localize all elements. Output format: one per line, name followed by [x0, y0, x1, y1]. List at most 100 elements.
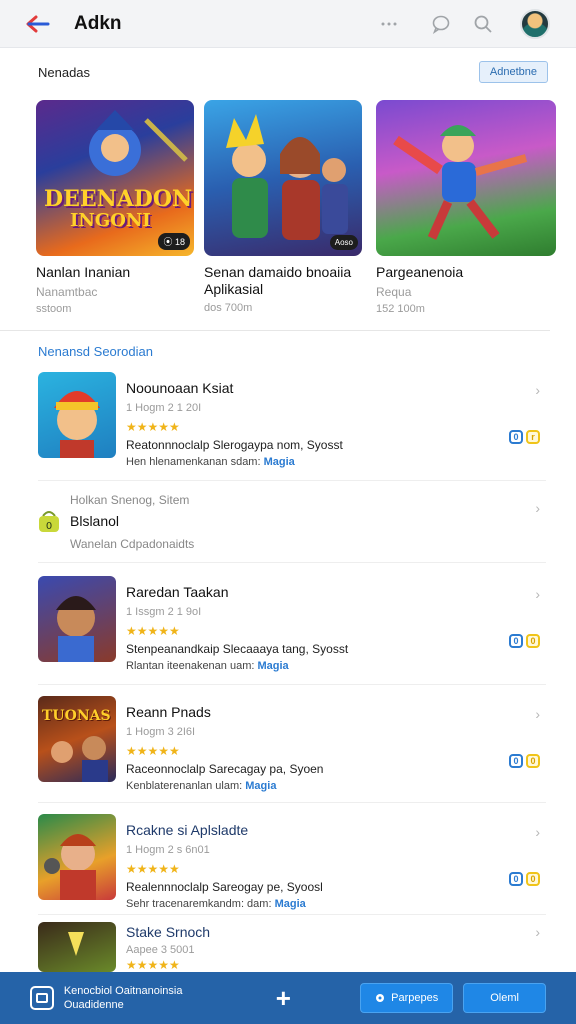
list-item[interactable]: Rcakne si Aplsladte 1 Hogm 2 s 6n01 ★★★★…: [38, 814, 546, 914]
item-name: Rcakne si Aplsladte: [126, 822, 249, 838]
featured-card[interactable]: DEENADON INGONI ⦿ 18 Nanlan Inanian Nana…: [36, 100, 194, 315]
secondary-action-button[interactable]: Oleml: [463, 983, 546, 1013]
chevron-right-icon[interactable]: ›: [535, 706, 540, 722]
list-item[interactable]: Noounoaan Ksiat 1 Hogm 2 1 20I ★★★★★ Rea…: [38, 372, 546, 472]
item-tags: Sehr tracenaremkandm: dam: Magia: [126, 898, 306, 910]
tag-link[interactable]: Magia: [245, 780, 276, 792]
item-tags: Rlantan iteenakenan uam: Magia: [126, 660, 289, 672]
game-artwork: Aoso: [204, 100, 362, 256]
game-artwork: DEENADON INGONI ⦿ 18: [36, 100, 194, 256]
item-meta: 1 Hogm 3 2I6I: [126, 726, 196, 738]
badge-group: 0 r: [509, 430, 540, 444]
item-description: Stenpeanandkaip Slecaaaya tang, Syosst: [126, 642, 349, 656]
item-name: Stake Srnoch: [126, 924, 211, 940]
rating-stars: ★★★★★: [126, 744, 180, 758]
platform-badge: 0: [509, 754, 523, 768]
app-title: Adkn: [74, 12, 122, 34]
item-name: Reann Pnads: [126, 704, 211, 720]
featured-card[interactable]: Aoso Senan damaido bnoaiia Aplikasial do…: [204, 100, 362, 314]
list-item[interactable]: TUONAS Reann Pnads 1 Hogm 3 2I6I ★★★★★ R…: [38, 696, 546, 796]
list-item[interactable]: Raredan Taakan 1 Issgm 2 1 9oI ★★★★★ Ste…: [38, 576, 546, 676]
primary-action-button[interactable]: Parpepes: [360, 983, 454, 1013]
item-tags: Hen hlenamenkanan sdam: Magia: [126, 456, 295, 468]
card-subtitle: Nanamtbac: [36, 285, 98, 299]
game-artwork: [376, 100, 556, 256]
card-meta: dos 700m: [204, 302, 253, 314]
card-subtitle: Requa: [376, 285, 412, 299]
platform-badge: 0: [526, 754, 540, 768]
top-bar: Adkn: [0, 0, 576, 48]
featured-title: Nenadas: [38, 64, 91, 80]
chevron-right-icon[interactable]: ›: [535, 924, 540, 940]
badge-group: 0 0: [509, 872, 540, 886]
item-meta: 1 Hogm 2 s 6n01: [126, 844, 210, 856]
list-item[interactable]: 0 Holkan Snenog, Sitem Blslanol Wanelan …: [38, 490, 546, 554]
card-meta: sstoom: [36, 303, 72, 315]
featured-card[interactable]: Pargeanenoia Requa 152 100m: [376, 100, 556, 315]
window-icon[interactable]: [30, 986, 54, 1010]
item-description: Reatonnnoclalp Slerogaypa nom, Syosst: [126, 438, 343, 452]
row-divider: [38, 914, 546, 915]
app-thumbnail: [38, 814, 116, 900]
app-thumbnail: [38, 576, 116, 662]
bottom-status-line1: Kenocbiol Oaitnanoinsia: [63, 985, 183, 997]
platform-badge: 0: [526, 872, 540, 886]
badge-group: 0 0: [509, 634, 540, 648]
back-arrow-icon[interactable]: [20, 6, 56, 42]
rating-badge: Aoso: [329, 235, 358, 250]
rating-stars: ★★★★★: [126, 958, 180, 972]
item-description: Raceonnoclalp Sarecagay pa, Syoen: [126, 762, 324, 776]
platform-badge: 0: [526, 634, 540, 648]
card-name: Nanlan Inanian: [36, 264, 131, 280]
game-art-title: DEENADON: [44, 186, 193, 212]
primary-action-label: Parpepes: [391, 992, 439, 1004]
rating-badge: ⦿ 18: [158, 233, 190, 250]
badge-group: 0 0: [509, 754, 540, 768]
tag-link[interactable]: Magia: [275, 898, 306, 910]
chevron-right-icon[interactable]: ›: [535, 500, 540, 516]
list-item[interactable]: Stake Srnoch Aapee 3 5001 ★★★★★ ›: [38, 922, 546, 972]
chevron-right-icon[interactable]: ›: [535, 382, 540, 398]
chat-icon[interactable]: [426, 9, 456, 39]
item-meta: Aapee 3 5001: [126, 944, 195, 956]
item-name: Raredan Taakan: [126, 584, 229, 600]
item-tag-text: Kenblaterenanlan ulam:: [126, 780, 243, 792]
row-divider: [38, 562, 546, 563]
item-tag-text: Sehr tracenaremkandm: dam:: [126, 898, 272, 910]
card-name: Senan damaido bnoaiia Aplikasial: [204, 264, 352, 297]
list-title: Nenansd Seorodian: [38, 344, 153, 359]
avatar[interactable]: [520, 8, 550, 39]
bottom-bar: Kenocbiol Oaitnanoinsia Ouadidenne + Par…: [0, 972, 576, 1024]
item-meta: 1 Issgm 2 1 9oI: [126, 606, 202, 618]
card-meta: 152 100m: [376, 303, 425, 315]
featured-more-button[interactable]: Adnetbne: [478, 61, 548, 83]
app-thumbnail: [38, 372, 116, 458]
app-thumbnail: [38, 922, 116, 972]
item-description: Realennnoclalp Sareogay pe, Syoosl: [126, 880, 323, 894]
bag-icon: 0: [38, 508, 60, 532]
tag-link[interactable]: Magia: [264, 456, 295, 468]
row-divider: [38, 802, 546, 803]
item-meta: 1 Hogm 2 1 20I: [126, 402, 202, 414]
item-name: Noounoaan Ksiat: [126, 380, 234, 396]
rating-stars: ★★★★★: [126, 862, 180, 876]
chevron-right-icon[interactable]: ›: [535, 824, 540, 840]
chevron-right-icon[interactable]: ›: [535, 586, 540, 602]
item-tag-text: Rlantan iteenakenan uam:: [126, 660, 255, 672]
platform-badge: 0: [509, 430, 523, 444]
tag-link[interactable]: Magia: [258, 660, 289, 672]
rating-stars: ★★★★★: [126, 624, 180, 638]
card-name: Pargeanenoia: [376, 264, 464, 280]
featured-cards: DEENADON INGONI ⦿ 18 Nanlan Inanian Nana…: [36, 100, 576, 320]
game-art-subtitle: INGONI: [70, 210, 151, 231]
search-icon[interactable]: [468, 9, 498, 39]
item-name: Blslanol: [70, 513, 120, 529]
platform-badge: 0: [509, 872, 523, 886]
add-button[interactable]: +: [268, 983, 298, 1014]
gear-icon: [376, 994, 385, 1002]
item-pretitle: Holkan Snenog, Sitem: [70, 493, 190, 507]
app-thumbnail: TUONAS: [38, 696, 116, 782]
more-icon[interactable]: [374, 9, 404, 39]
rating-stars: ★★★★★: [126, 420, 180, 434]
section-divider: [0, 330, 550, 331]
